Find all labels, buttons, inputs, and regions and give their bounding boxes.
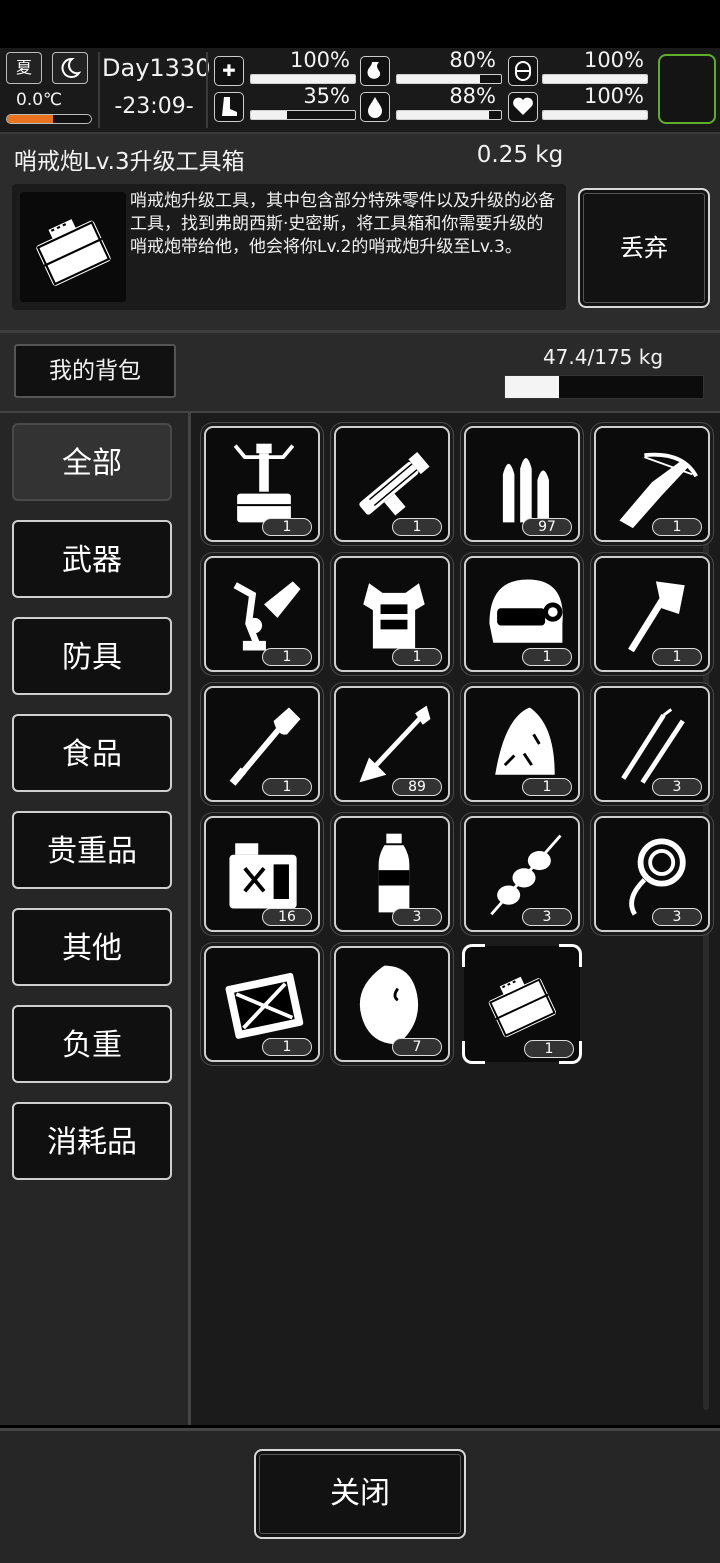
status-bar: 夏 0.0℃ Day1330 -23:09- ✚ 100% 80% 100% 3…	[0, 48, 720, 134]
thirst-value: 88%	[449, 84, 496, 108]
inventory-grid: 1 1 97 1 1 1 1 1 1 89 1 3 16 3 3 3 1 7 1	[191, 413, 720, 1425]
stamina-value: 100%	[583, 48, 644, 72]
inventory-slot[interactable]: 97	[464, 426, 580, 542]
category-tab-4[interactable]: 贵重品	[12, 811, 172, 889]
hunger-value: 80%	[449, 48, 496, 72]
item-count-badge: 1	[522, 648, 572, 666]
day-counter: Day1330	[102, 54, 211, 82]
item-count-badge: 1	[262, 1038, 312, 1056]
item-detail-panel: 哨戒炮Lv.3升级工具箱 0.25 kg 哨戒炮升级工具，其中包含部分特殊零件以…	[0, 134, 720, 333]
inventory-slot[interactable]: 1	[204, 946, 320, 1062]
fatigue-value: 35%	[303, 84, 350, 108]
item-count-badge: 1	[262, 518, 312, 536]
item-count-badge: 1	[652, 648, 702, 666]
water-drop-icon	[360, 92, 390, 122]
heart-icon	[508, 92, 538, 122]
item-title: 哨戒炮Lv.3升级工具箱	[14, 149, 245, 175]
close-button[interactable]: 关闭	[254, 1449, 466, 1539]
item-count-badge: 7	[392, 1038, 442, 1056]
inventory-slot[interactable]: 1	[204, 556, 320, 672]
footer: 关闭	[0, 1428, 720, 1563]
fatigue-bar	[250, 110, 356, 120]
inventory-slot[interactable]: 1	[462, 944, 582, 1064]
inventory-slot[interactable]: 1	[204, 426, 320, 542]
inventory-slot[interactable]: 1	[464, 686, 580, 802]
inventory-slot[interactable]: 16	[204, 816, 320, 932]
stamina-icon	[508, 56, 538, 86]
season-icon: 夏	[6, 52, 42, 84]
inventory-slot[interactable]: 1	[334, 426, 450, 542]
category-tab-3[interactable]: 食品	[12, 714, 172, 792]
menu-button[interactable]	[658, 54, 716, 124]
category-tab-6[interactable]: 负重	[12, 1005, 172, 1083]
bag-capacity-bar	[504, 375, 704, 399]
item-count-badge: 1	[652, 518, 702, 536]
temperature-bar	[6, 114, 92, 124]
inventory-slot[interactable]: 1	[464, 556, 580, 672]
selection-corner	[462, 944, 485, 967]
inventory-slot[interactable]: 1	[204, 686, 320, 802]
item-count-badge: 1	[392, 518, 442, 536]
category-tab-0[interactable]: 全部	[12, 423, 172, 501]
bag-header: 我的背包 47.4/175 kg	[0, 333, 720, 414]
inventory-slot[interactable]: 1	[334, 556, 450, 672]
item-count-badge: 3	[392, 908, 442, 926]
thirst-bar	[396, 110, 502, 120]
category-tab-1[interactable]: 武器	[12, 520, 172, 598]
selection-corner	[559, 1041, 582, 1064]
mood-bar	[542, 110, 648, 120]
hunger-bar	[396, 74, 502, 84]
temperature-label: 0.0℃	[16, 90, 63, 110]
item-count-badge: 3	[652, 778, 702, 796]
inventory-slot[interactable]: 1	[594, 426, 710, 542]
discard-button[interactable]: 丢弃	[578, 188, 710, 308]
category-tab-2[interactable]: 防具	[12, 617, 172, 695]
moon-icon	[52, 52, 88, 84]
category-tab-7[interactable]: 消耗品	[12, 1102, 172, 1180]
inventory-slot[interactable]: 7	[334, 946, 450, 1062]
item-count-badge: 1	[262, 778, 312, 796]
bag-title: 我的背包	[14, 344, 176, 398]
item-count-badge: 3	[522, 908, 572, 926]
mood-value: 100%	[583, 84, 644, 108]
item-count-badge: 1	[262, 648, 312, 666]
category-sidebar: 全部武器防具食品贵重品其他负重消耗品	[0, 413, 191, 1425]
health-bar	[250, 74, 356, 84]
inventory-slot[interactable]: 3	[594, 816, 710, 932]
medkit-icon: ✚	[214, 56, 244, 86]
clock: -23:09-	[114, 94, 194, 119]
description-box: 哨戒炮升级工具，其中包含部分特殊零件以及升级的必备工具，找到弗朗西斯·史密斯，将…	[12, 184, 566, 310]
selection-corner	[559, 944, 582, 967]
item-count-badge: 1	[522, 778, 572, 796]
bag-capacity: 47.4/175 kg	[542, 345, 664, 369]
health-value: 100%	[289, 48, 350, 72]
item-count-badge: 97	[522, 518, 572, 536]
item-count-badge: 1	[392, 648, 442, 666]
inventory-slot[interactable]: 3	[594, 686, 710, 802]
category-tab-5[interactable]: 其他	[12, 908, 172, 986]
stomach-icon	[360, 56, 390, 86]
inventory-slot[interactable]: 1	[594, 556, 710, 672]
item-description: 哨戒炮升级工具，其中包含部分特殊零件以及升级的必备工具，找到弗朗西斯·史密斯，将…	[130, 191, 555, 257]
stamina-bar	[542, 74, 648, 84]
item-count-badge: 16	[262, 908, 312, 926]
inventory-slot[interactable]: 89	[334, 686, 450, 802]
item-weight: 0.25 kg	[476, 142, 564, 168]
inventory-slot[interactable]: 3	[334, 816, 450, 932]
inventory-slot[interactable]: 3	[464, 816, 580, 932]
item-count-badge: 3	[652, 908, 702, 926]
boot-icon	[214, 92, 244, 122]
toolbox-icon	[20, 192, 126, 302]
selection-corner	[462, 1041, 485, 1064]
item-count-badge: 89	[392, 778, 442, 796]
